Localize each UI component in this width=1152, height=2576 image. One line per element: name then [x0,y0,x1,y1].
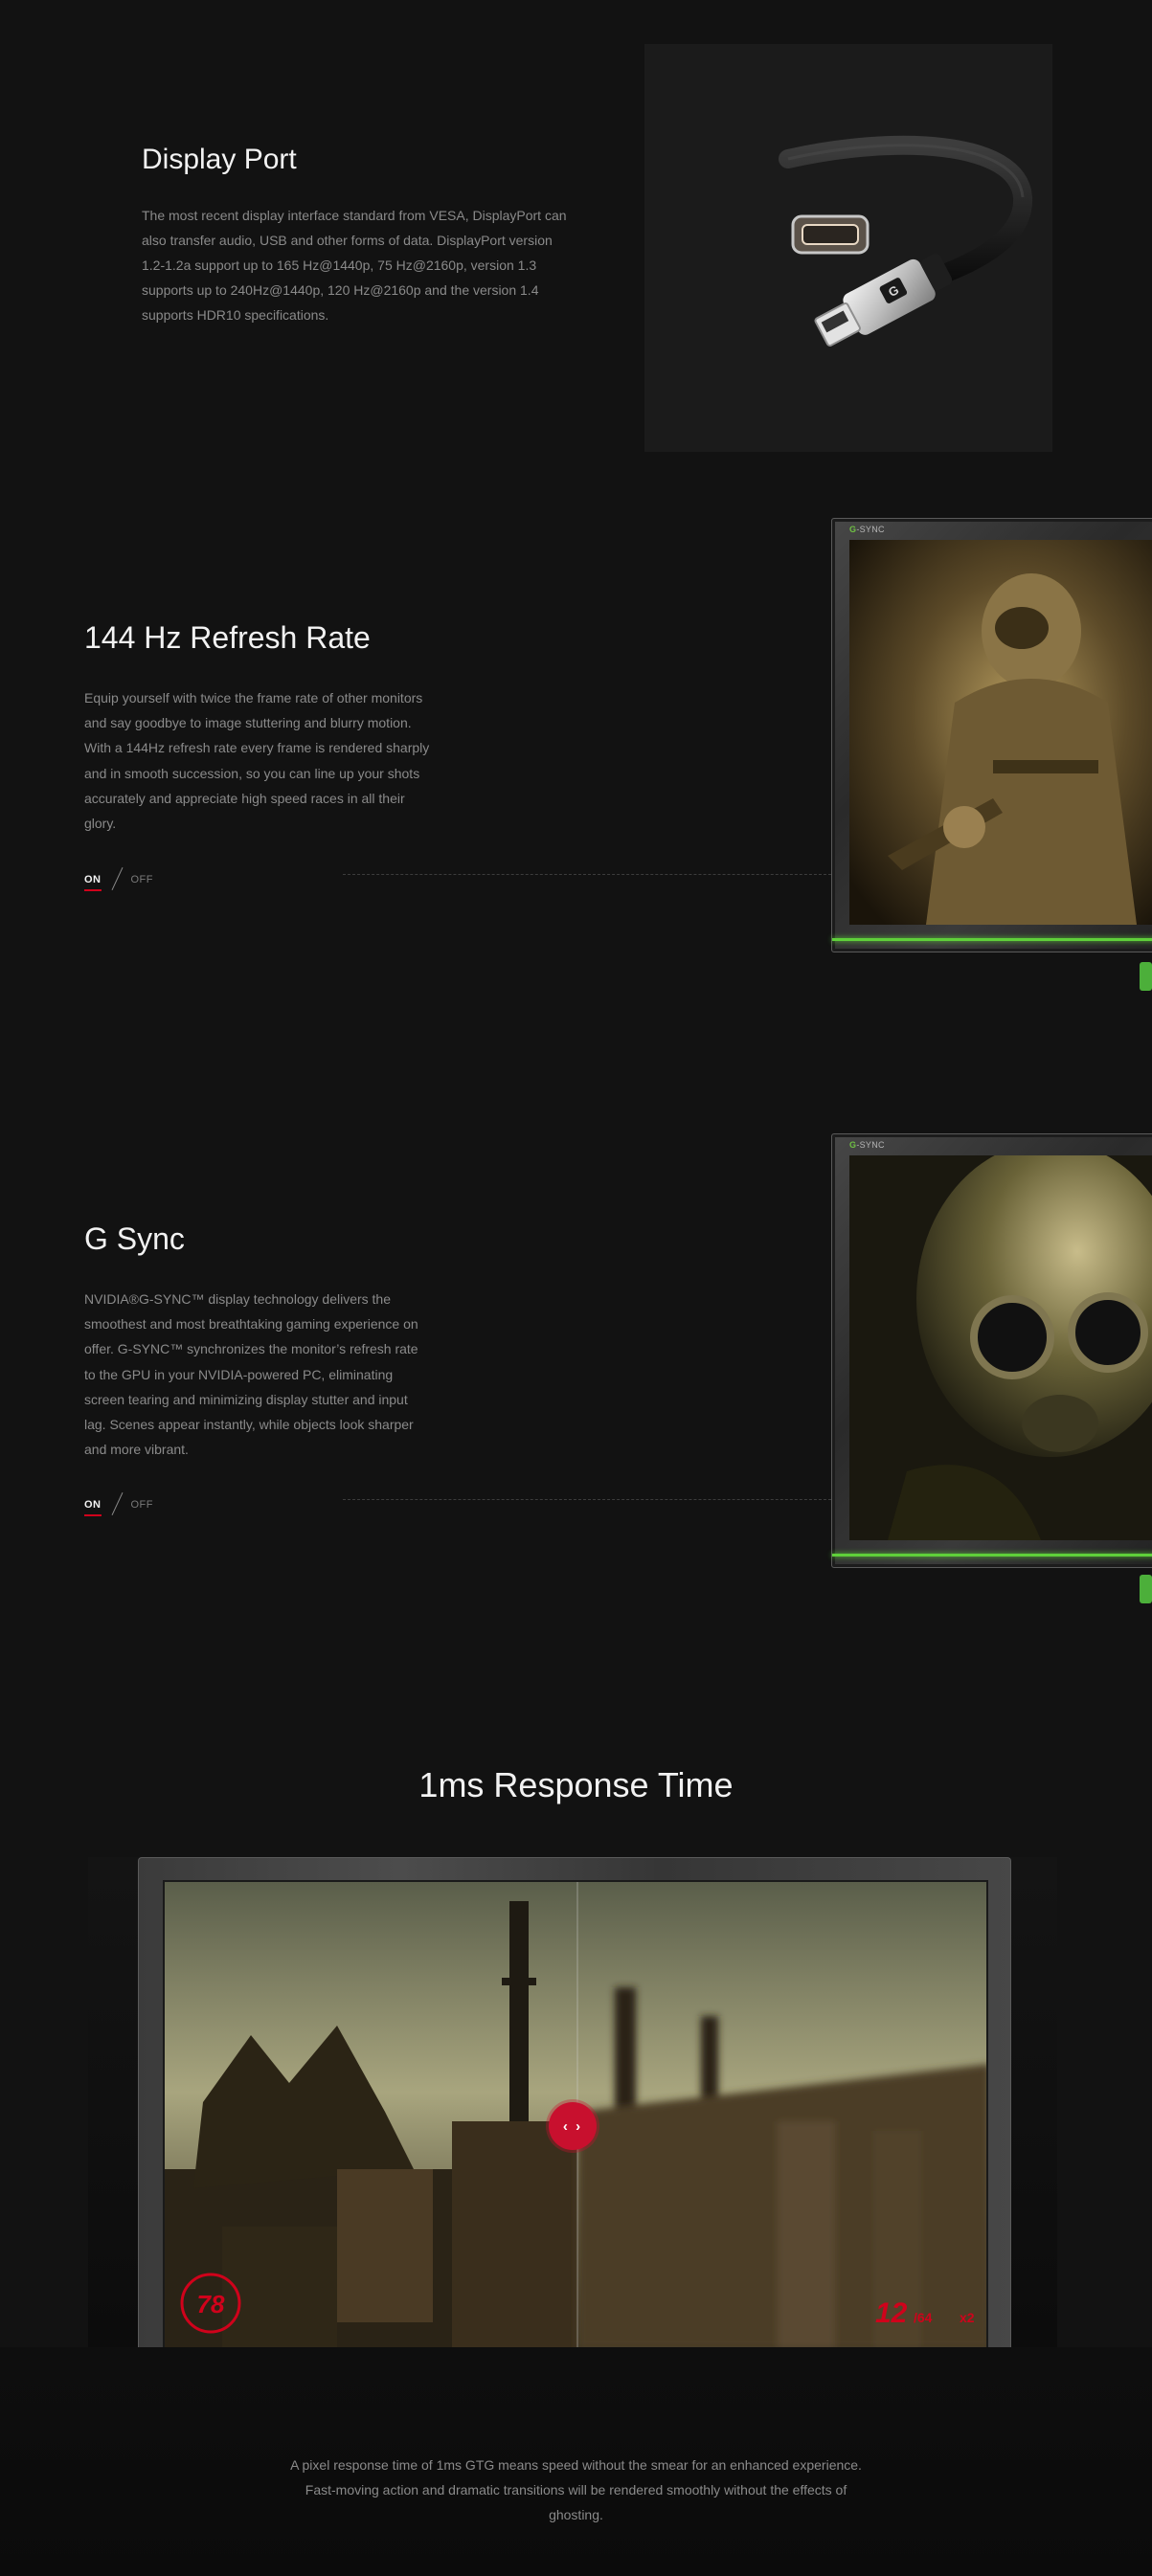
gsync-title: G Sync [84,1221,185,1256]
hud-ammo: 12 [875,2297,908,2329]
dotted-connector [343,1499,831,1500]
toggle-divider [111,1492,123,1515]
refresh-rate-title: 144 Hz Refresh Rate [84,620,371,655]
gsync-toggle[interactable]: ON OFF [84,1491,153,1516]
left-right-arrows-icon: ‹ › [562,2117,583,2135]
monitor-stand [1140,1575,1152,1603]
response-time-description: A pixel response time of 1ms GTG means s… [290,2457,862,2522]
game-screen-soldier [849,540,1152,925]
gsync-light-bar [832,1554,1152,1557]
monitor-stand [1140,962,1152,991]
hud-grenades: x2 [960,2310,975,2325]
toggle-off-option[interactable]: OFF [131,1499,154,1511]
gsync-light-bar [832,938,1152,941]
hud-ammo-max: /64 [914,2310,933,2325]
refresh-rate-description: Equip yourself with twice the frame rate… [84,690,430,832]
toggle-on-option[interactable]: ON [84,874,102,891]
refresh-rate-toggle[interactable]: ON OFF [84,866,153,891]
response-time-title: 1ms Response Time [418,1765,734,1804]
display-port-title: Display Port [142,144,297,175]
gsync-badge: G-SYNC [849,1140,885,1150]
dotted-connector [343,874,831,875]
comparison-slider-handle[interactable]: ‹ › [549,2102,597,2150]
displayport-cable-icon: G [779,135,1033,347]
hud-speed: 78 [197,2290,225,2318]
gsync-badge: G-SYNC [849,525,885,534]
displayport-cable-image: G [644,44,1052,452]
gsync-description: NVIDIA®G-SYNC™ display technology delive… [84,1291,418,1458]
toggle-off-option[interactable]: OFF [131,874,154,885]
toggle-divider [111,867,123,890]
refresh-rate-monitor: G-SYNC [831,518,1152,952]
gsync-monitor: G-SYNC [831,1133,1152,1568]
game-screen-gasmask [849,1155,1152,1540]
toggle-on-option[interactable]: ON [84,1499,102,1516]
display-port-description: The most recent display interface standa… [142,208,567,323]
